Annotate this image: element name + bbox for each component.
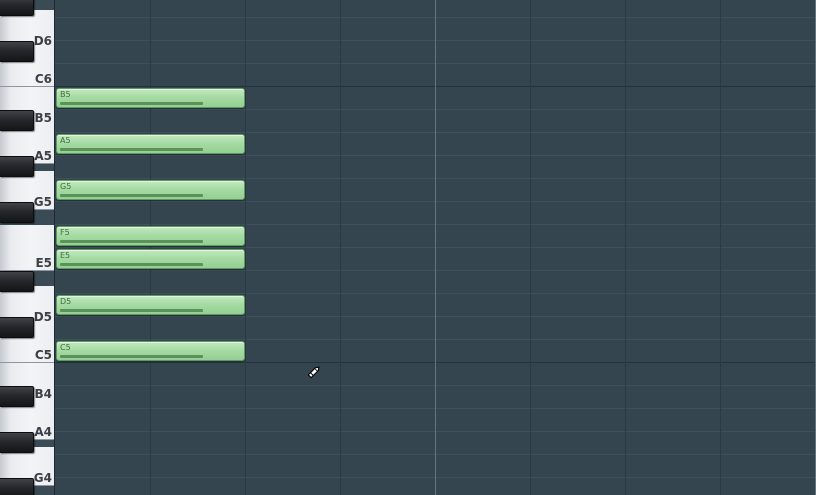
black-key-fs5[interactable] [0, 202, 34, 223]
black-key-gs5[interactable] [0, 156, 34, 177]
black-key-fs4[interactable] [0, 478, 34, 495]
black-key-as5[interactable] [0, 110, 34, 131]
velocity-bar [60, 102, 203, 105]
black-key-ds5[interactable] [0, 271, 34, 292]
piano-roll: D6C6B5A5G5F5E5D5C5B4A4G4 B5A5G5F5E5D5C5 [0, 0, 816, 495]
velocity-bar [60, 355, 203, 358]
key-label: A5 [34, 149, 52, 164]
note-label: B5 [60, 90, 71, 99]
beat-line [150, 0, 151, 495]
note-b5[interactable]: B5 [56, 88, 245, 108]
key-label: B4 [34, 387, 53, 402]
black-key-cs6[interactable] [0, 41, 34, 62]
note-c5[interactable]: C5 [56, 341, 245, 361]
note-label: C5 [60, 343, 71, 352]
key-label: C5 [34, 347, 52, 362]
key-label: C6 [34, 71, 52, 86]
note-e5[interactable]: E5 [56, 249, 245, 269]
beat-line [245, 0, 246, 495]
note-g5[interactable]: G5 [56, 180, 245, 200]
note-label: A5 [60, 136, 71, 145]
bar-line [435, 0, 436, 495]
velocity-bar [60, 148, 203, 151]
key-label: D6 [33, 34, 52, 49]
note-a5[interactable]: A5 [56, 134, 245, 154]
note-label: D5 [60, 297, 72, 306]
velocity-bar [60, 194, 203, 197]
key-label: B5 [34, 111, 53, 126]
beat-line [340, 0, 341, 495]
key-label: D5 [33, 310, 52, 325]
key-label: G5 [33, 195, 52, 210]
note-label: E5 [60, 251, 71, 260]
note-label: F5 [60, 228, 70, 237]
key-label: A4 [34, 425, 52, 440]
piano-keyboard: D6C6B5A5G5F5E5D5C5B4A4G4 [0, 0, 55, 495]
velocity-bar [60, 263, 203, 266]
velocity-bar [60, 309, 203, 312]
white-key-e5[interactable]: E5 [0, 231, 54, 271]
note-grid[interactable]: B5 A5 G5 F5 E5 D5 C5 [55, 0, 816, 495]
black-key-gs4[interactable] [0, 432, 34, 453]
beat-line [720, 0, 721, 495]
velocity-bar [60, 240, 203, 243]
beat-line [530, 0, 531, 495]
black-key-ds6[interactable] [0, 0, 34, 16]
beat-line [625, 0, 626, 495]
note-d5[interactable]: D5 [56, 295, 245, 315]
note-label: G5 [60, 182, 72, 191]
key-label: G4 [33, 471, 52, 486]
black-key-as4[interactable] [0, 386, 34, 407]
note-f5[interactable]: F5 [56, 226, 245, 246]
black-key-cs5[interactable] [0, 317, 34, 338]
key-label: E5 [35, 255, 52, 270]
pencil-cursor-icon [307, 366, 320, 379]
